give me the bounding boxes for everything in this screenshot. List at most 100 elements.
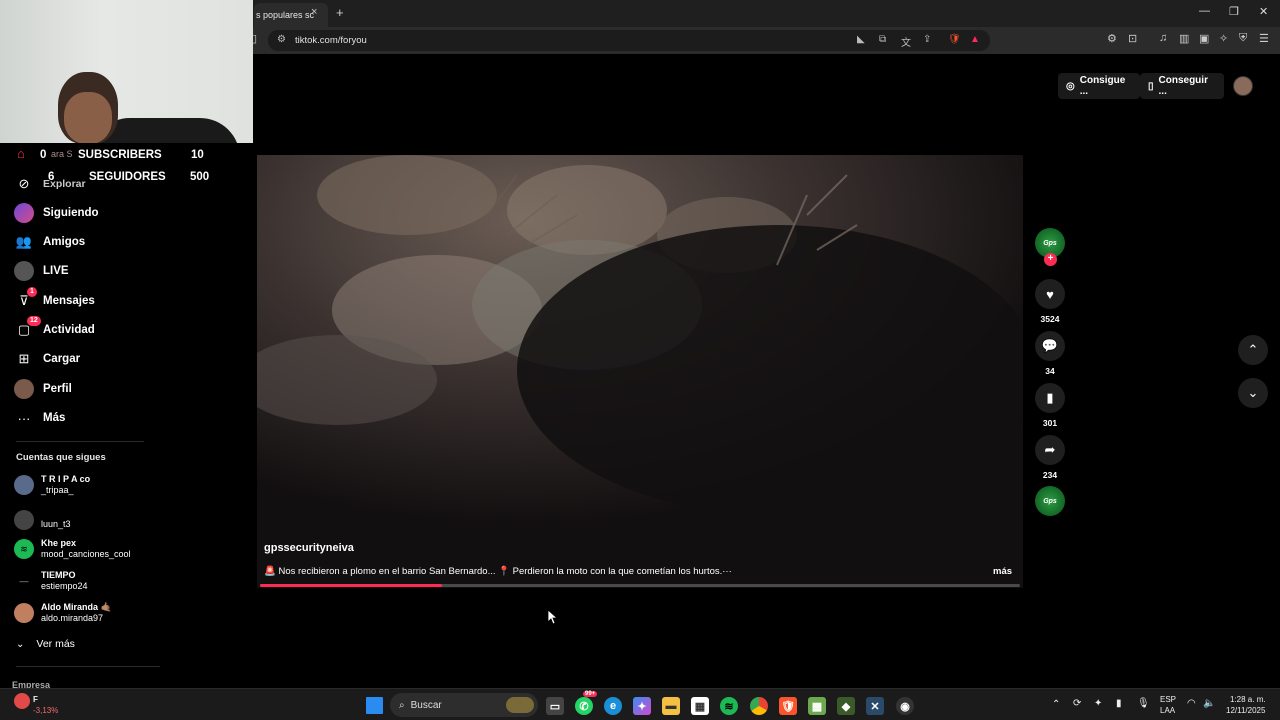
video-progress-bar[interactable] bbox=[260, 584, 1020, 587]
nav-perfil[interactable]: Perfil bbox=[14, 378, 72, 400]
nav-amigos[interactable]: 👥 Amigos bbox=[14, 231, 85, 253]
account-name: Aldo Miranda 🤙🏽 bbox=[41, 602, 112, 612]
no-sound-icon[interactable]: ◣ bbox=[857, 34, 865, 45]
following-avatar-icon bbox=[14, 203, 34, 223]
description-more-button[interactable]: más bbox=[993, 566, 1012, 577]
brave-rewards-icon[interactable]: ▲ bbox=[970, 34, 980, 45]
next-video-button[interactable]: ⌄ bbox=[1238, 378, 1268, 408]
tab-close-icon[interactable]: × bbox=[311, 6, 317, 18]
minimize-button[interactable]: — bbox=[1199, 5, 1210, 17]
following-item[interactable]: Aldo Miranda 🤙🏽 aldo.miranda97 bbox=[14, 602, 112, 624]
share-count: 234 bbox=[1042, 470, 1058, 480]
capcut-icon[interactable]: ✕ bbox=[866, 697, 884, 715]
get-app-button[interactable]: ▯ Conseguir ... bbox=[1140, 73, 1224, 99]
chrome-icon[interactable] bbox=[750, 697, 768, 715]
address-bar[interactable]: ⚙ tiktok.com/foryou ◣ ⧉ 文 ⇪ 🛡 ▲ bbox=[268, 30, 990, 51]
upload-icon: ⊞ bbox=[18, 351, 30, 366]
share-button[interactable]: ➦ bbox=[1035, 435, 1065, 465]
brave-shield-icon[interactable]: 🛡 bbox=[948, 34, 961, 45]
translate-icon[interactable]: 文 bbox=[901, 34, 911, 49]
chevron-down-icon: ⌄ bbox=[1247, 385, 1259, 400]
app-icon[interactable]: ◆ bbox=[837, 697, 855, 715]
search-icon: ⌕ bbox=[399, 699, 405, 711]
following-item[interactable]: T R I P A co _tripaa_ bbox=[14, 474, 90, 496]
see-more-button[interactable]: ⌄ Ver más bbox=[16, 633, 75, 655]
nav-explorar[interactable]: ⊘ Explorar bbox=[14, 173, 86, 195]
windows-start-icon[interactable] bbox=[366, 697, 383, 714]
account-name: TIEMPO bbox=[41, 570, 76, 580]
stock-change: -3,13% bbox=[33, 706, 59, 715]
wifi-icon[interactable]: ◠ bbox=[1187, 698, 1196, 709]
webcam-overlay bbox=[0, 0, 253, 143]
comment-icon: 💬 bbox=[1041, 338, 1059, 353]
media-icon[interactable]: ♫ bbox=[1159, 32, 1167, 44]
creator-avatar-text: Gps bbox=[1043, 239, 1057, 247]
task-view-icon[interactable]: ▭ bbox=[546, 697, 564, 715]
sound-disc[interactable]: Gps bbox=[1035, 486, 1065, 516]
account-name: luun_t3 bbox=[41, 518, 71, 529]
following-item[interactable]: — TIEMPO estiempo24 bbox=[14, 570, 88, 592]
nav-mas[interactable]: ··· Más bbox=[14, 407, 66, 429]
copilot-icon[interactable]: ✦ bbox=[633, 697, 651, 715]
account-handle: estiempo24 bbox=[41, 581, 88, 591]
open-external-icon[interactable]: ⧉ bbox=[879, 34, 886, 45]
obs-icon[interactable]: ◉ bbox=[896, 697, 914, 715]
taskbar-search[interactable]: ⌕ Buscar bbox=[390, 693, 538, 717]
clock-date[interactable]: 12/11/2025 bbox=[1226, 706, 1265, 715]
following-item[interactable]: luun_t3 bbox=[14, 510, 71, 530]
like-button[interactable]: ♥ bbox=[1035, 279, 1065, 309]
video-author[interactable]: gpssecurityneiva bbox=[264, 542, 354, 554]
follow-plus-button[interactable]: + bbox=[1044, 253, 1057, 266]
language-label[interactable]: ESP bbox=[1160, 695, 1176, 704]
new-tab-button[interactable]: + bbox=[336, 5, 344, 20]
following-item[interactable]: ≋ Khe pex mood_canciones_cool bbox=[14, 538, 131, 560]
store-icon[interactable]: ▦ bbox=[691, 697, 709, 715]
tray-sync-icon[interactable]: ⟳ bbox=[1073, 698, 1081, 709]
account-avatar bbox=[14, 510, 34, 530]
screenshot-icon[interactable]: ⊡ bbox=[1128, 32, 1137, 45]
share-arrow-icon: ➦ bbox=[1044, 442, 1056, 457]
nav-live[interactable]: LIVE bbox=[14, 260, 69, 282]
clock-time[interactable]: 1:28 a. m. bbox=[1230, 695, 1266, 704]
compass-icon: ⊘ bbox=[18, 176, 30, 191]
volume-icon[interactable]: 🔈 bbox=[1203, 698, 1215, 709]
spotify-icon[interactable]: ≋ bbox=[720, 697, 738, 715]
comment-button[interactable]: 💬 bbox=[1035, 331, 1065, 361]
tray-app-icon[interactable]: ✦ bbox=[1094, 698, 1102, 709]
wallet-icon[interactable]: ▣ bbox=[1199, 32, 1209, 45]
nav-mensajes[interactable]: ⊽ 1 Mensajes bbox=[14, 287, 95, 312]
overlay-subscribers-label: SUBSCRIBERS bbox=[78, 149, 162, 161]
minecraft-icon[interactable]: ▩ bbox=[808, 697, 826, 715]
extensions-icon[interactable]: ⚙ bbox=[1107, 32, 1117, 45]
close-window-button[interactable]: ✕ bbox=[1259, 5, 1268, 18]
get-coins-button[interactable]: ◎ Consigue ... bbox=[1058, 73, 1140, 99]
tray-battery-icon[interactable]: ▮ bbox=[1116, 698, 1122, 709]
menu-icon[interactable]: ☰ bbox=[1259, 32, 1269, 45]
brave-icon[interactable]: 🛡 bbox=[779, 697, 797, 715]
leo-ai-icon[interactable]: ✧ bbox=[1219, 32, 1228, 45]
site-info-icon[interactable]: ⚙ bbox=[277, 34, 286, 45]
video-player[interactable] bbox=[257, 155, 1023, 588]
stock-widget-icon[interactable] bbox=[14, 693, 30, 709]
maximize-button[interactable]: ❐ bbox=[1229, 5, 1239, 18]
nav-cargar[interactable]: ⊞ Cargar bbox=[14, 348, 81, 370]
share-icon[interactable]: ⇪ bbox=[923, 34, 931, 45]
previous-video-button[interactable]: ⌃ bbox=[1238, 335, 1268, 365]
tray-overflow-icon[interactable]: ⌃ bbox=[1052, 699, 1060, 710]
nav-actividad[interactable]: ▢ 12 Actividad bbox=[14, 316, 95, 341]
vpn-icon[interactable]: ⛨ bbox=[1239, 32, 1247, 45]
spotify-icon: ≋ bbox=[14, 539, 34, 559]
home-icon[interactable]: ⌂ bbox=[17, 146, 25, 161]
whatsapp-icon[interactable]: ✆ 99+ bbox=[575, 691, 598, 715]
profile-avatar[interactable] bbox=[1233, 76, 1253, 96]
edge-icon[interactable]: e bbox=[604, 697, 622, 715]
sidebar-icon[interactable]: ▥ bbox=[1179, 32, 1189, 45]
tray-mic-icon[interactable]: 🎙 bbox=[1137, 698, 1150, 709]
keyboard-layout-label[interactable]: LAA bbox=[1160, 706, 1175, 715]
save-button[interactable]: ▮ bbox=[1035, 383, 1065, 413]
bookmark-icon: ▮ bbox=[1046, 390, 1054, 405]
nav-siguiendo[interactable]: Siguiendo bbox=[14, 202, 99, 224]
profile-avatar-icon bbox=[14, 379, 34, 399]
overlay-subscribers-goal: 10 bbox=[191, 149, 204, 161]
file-explorer-icon[interactable]: ▬ bbox=[662, 697, 680, 715]
